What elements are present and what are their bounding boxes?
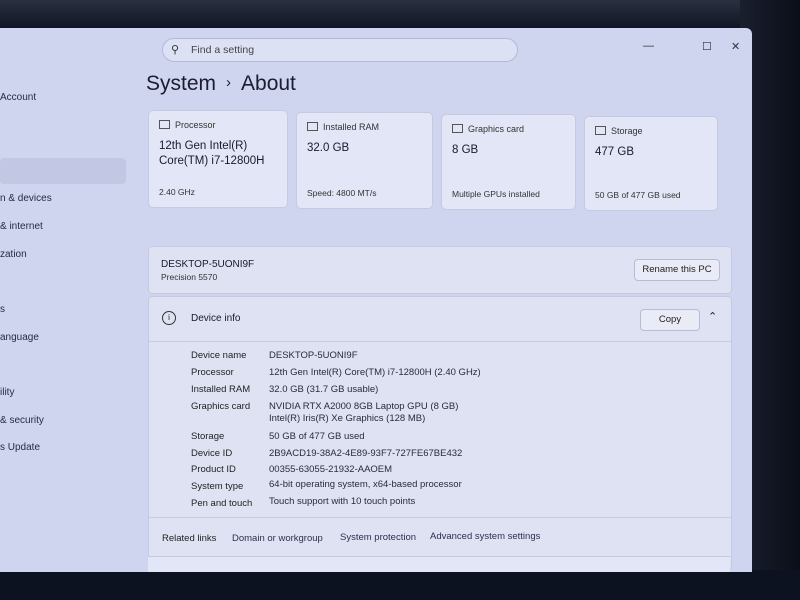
card-label: Storage — [611, 126, 643, 136]
pc-name: DESKTOP-5UONI9F — [161, 259, 255, 270]
storage-card: Storage 477 GB 50 GB of 477 GB used — [584, 116, 718, 211]
device-info-key: Pen and touch — [191, 498, 253, 509]
rename-pc-button[interactable]: Rename this PC — [634, 259, 720, 281]
system-protection-link[interactable]: System protection — [340, 532, 416, 543]
divider — [149, 517, 731, 518]
device-info-key: Device name — [191, 350, 247, 361]
search-icon: ⚲ — [171, 44, 180, 56]
device-info-key: Installed RAM — [191, 384, 251, 395]
device-info-value: 00355-63055-21932-AAOEM — [269, 464, 393, 475]
device-info-value: 32.0 GB (31.7 GB usable) — [269, 384, 379, 395]
card-value: 32.0 GB — [307, 142, 350, 154]
device-info-value: 50 GB of 477 GB used — [269, 431, 365, 442]
device-info-title: Device info — [191, 313, 241, 324]
sidebar-item-language[interactable]: anguage — [0, 332, 39, 343]
maximize-button[interactable]: ☐ — [702, 40, 712, 53]
graphics-icon — [452, 124, 463, 133]
device-info-value: 12th Gen Intel(R) Core(TM) i7-12800H (2.… — [269, 367, 481, 378]
next-panel-partial — [148, 556, 730, 572]
sidebar-item-account[interactable]: Account — [0, 92, 36, 103]
sidebar-item-apps[interactable]: s — [0, 304, 5, 315]
processor-card: Processor 12th Gen Intel(R) Core(TM) i7-… — [148, 110, 288, 208]
ram-card: Installed RAM 32.0 GB Speed: 4800 MT/s — [296, 112, 433, 209]
card-value: 8 GB — [452, 144, 479, 156]
card-sub: 2.40 GHz — [159, 187, 195, 197]
card-label: Installed RAM — [323, 122, 380, 132]
domain-workgroup-link[interactable]: Domain or workgroup — [232, 533, 323, 544]
chevron-up-icon[interactable]: ⌃ — [708, 310, 717, 323]
monitor-bezel-bottom — [0, 570, 800, 600]
sidebar-selected-item[interactable] — [0, 158, 126, 184]
sidebar: Account n & devices & internet zation s … — [0, 28, 140, 572]
card-label: Processor — [175, 120, 216, 130]
card-value: 12th Gen Intel(R) Core(TM) i7-12800H — [159, 140, 265, 167]
monitor-bezel-top — [0, 0, 800, 30]
chevron-right-icon: › — [226, 74, 232, 91]
ram-icon — [307, 122, 318, 131]
device-info-value: 64-bit operating system, x64-based proce… — [269, 479, 462, 490]
graphics-card: Graphics card 8 GB Multiple GPUs install… — [441, 114, 576, 210]
device-info-header[interactable]: i Device info Copy ⌃ — [149, 297, 731, 342]
settings-window: Account n & devices & internet zation s … — [0, 28, 752, 572]
search-placeholder: Find a setting — [191, 44, 255, 56]
device-info-value: NVIDIA RTX A2000 8GB Laptop GPU (8 GB) — [269, 401, 459, 412]
device-info-key: Storage — [191, 431, 225, 442]
pc-name-panel: DESKTOP-5UONI9F Precision 5570 Rename th… — [148, 246, 732, 294]
device-info-key: Processor — [191, 367, 234, 378]
device-info-value: 2B9ACD19-38A2-4E89-93F7-727FE67BE432 — [269, 448, 463, 459]
storage-icon — [595, 126, 606, 135]
device-info-key: System type — [191, 481, 244, 492]
close-button[interactable]: ✕ — [731, 40, 740, 53]
device-info-key: Graphics card — [191, 401, 251, 412]
sidebar-item-network[interactable]: & internet — [0, 221, 43, 232]
card-value: 477 GB — [595, 146, 634, 158]
pc-model: Precision 5570 — [161, 272, 218, 282]
sidebar-item-security[interactable]: & security — [0, 415, 44, 426]
related-links-title: Related links — [162, 533, 217, 544]
sidebar-item-personalization[interactable]: zation — [0, 249, 27, 260]
advanced-system-settings-link[interactable]: Advanced system settings — [430, 531, 540, 542]
breadcrumb: System › About — [146, 72, 296, 96]
sidebar-item-devices[interactable]: n & devices — [0, 193, 52, 204]
card-sub: Multiple GPUs installed — [452, 189, 540, 199]
info-icon: i — [162, 311, 176, 325]
device-info-panel: i Device info Copy ⌃ Device name DESKTOP… — [148, 296, 732, 570]
card-sub: Speed: 4800 MT/s — [307, 188, 377, 198]
device-info-key: Device ID — [191, 448, 233, 459]
device-info-value: DESKTOP-5UONI9F — [269, 350, 358, 361]
card-sub: 50 GB of 477 GB used — [595, 190, 681, 200]
device-info-value: Touch support with 10 touch points — [269, 496, 416, 507]
minimize-button[interactable]: — — [643, 40, 654, 52]
page-title: About — [241, 72, 296, 95]
sidebar-item-accessibility[interactable]: ility — [0, 387, 14, 398]
device-info-value: Intel(R) Iris(R) Xe Graphics (128 MB) — [269, 413, 426, 424]
card-label: Graphics card — [468, 124, 525, 134]
sidebar-item-update[interactable]: s Update — [0, 442, 40, 453]
processor-icon — [159, 120, 170, 129]
device-info-key: Product ID — [191, 464, 236, 475]
breadcrumb-parent[interactable]: System — [146, 72, 216, 95]
copy-button[interactable]: Copy — [640, 309, 700, 331]
search-box[interactable]: ⚲ Find a setting — [162, 38, 518, 62]
